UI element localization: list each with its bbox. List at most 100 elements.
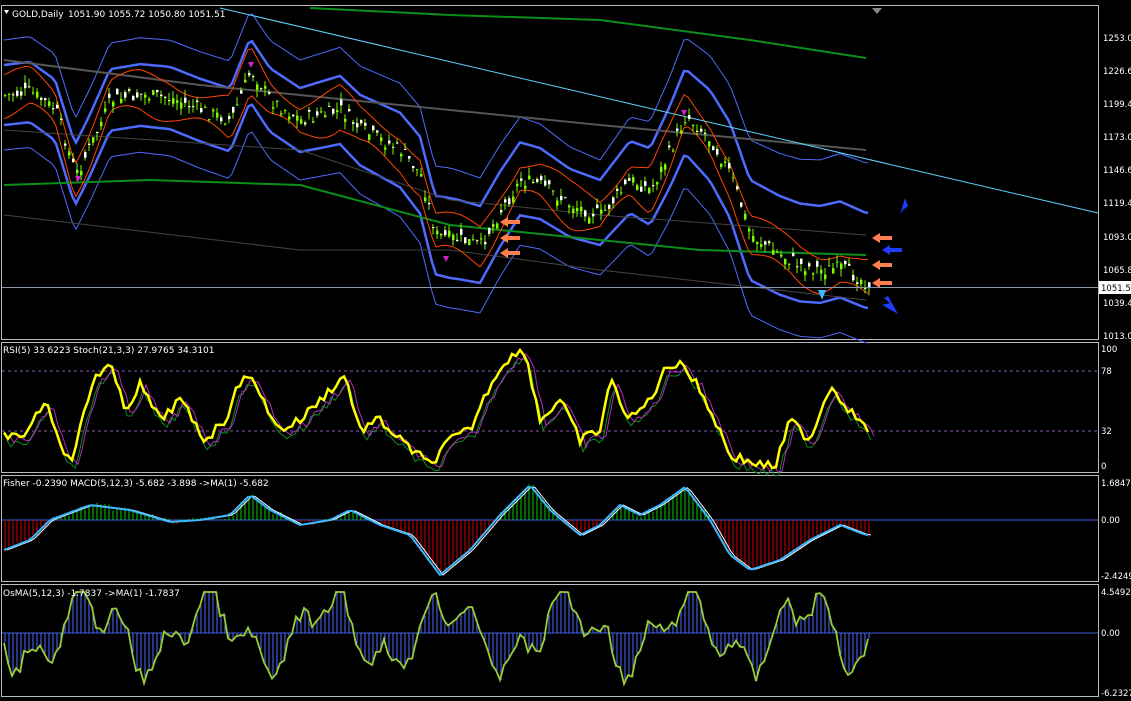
- candle-body: [756, 241, 759, 245]
- candle-body: [84, 152, 87, 158]
- candle-body: [704, 132, 707, 134]
- candle-body: [344, 118, 347, 122]
- candle-body: [480, 238, 483, 240]
- candle-body: [220, 117, 223, 122]
- candle-body: [496, 223, 499, 229]
- candle-body: [668, 145, 671, 148]
- candle-body: [720, 163, 723, 167]
- candle-body: [56, 104, 59, 109]
- candle-body: [460, 229, 463, 235]
- candle-body: [804, 271, 807, 276]
- candle-body: [736, 186, 739, 190]
- candle-body: [184, 97, 187, 103]
- candle-body: [100, 121, 103, 127]
- candle-body: [408, 155, 411, 159]
- candle-body: [236, 104, 239, 106]
- candle-body: [500, 209, 503, 213]
- candle-body: [232, 106, 235, 113]
- candle-body: [180, 102, 183, 109]
- candle-body: [164, 96, 167, 98]
- candle-body: [36, 91, 39, 98]
- candle-body: [204, 107, 207, 109]
- candle-body: [760, 244, 763, 247]
- candle-body: [624, 179, 627, 185]
- candle-body: [308, 109, 311, 112]
- candle-body: [440, 233, 443, 236]
- candle-body: [148, 98, 151, 101]
- candle-body: [28, 86, 31, 88]
- candle-body: [152, 90, 155, 95]
- candle-body: [856, 282, 859, 284]
- candle-body: [620, 192, 623, 194]
- candle-body: [12, 94, 15, 96]
- candle-body: [732, 177, 735, 179]
- candle-body: [792, 253, 795, 256]
- macd-tick: -2.4249: [1101, 572, 1131, 582]
- candle-body: [228, 116, 231, 120]
- candle-body: [424, 197, 427, 202]
- candle-body: [248, 72, 251, 76]
- trading-chart[interactable]: GOLD,Daily 1051.90 1055.72 1050.80 1051.…: [0, 0, 1131, 701]
- candle-body: [824, 274, 827, 280]
- candle-body: [740, 202, 743, 207]
- candle-body: [608, 204, 611, 209]
- candle-body: [244, 79, 247, 83]
- price-tick: 1253.0: [1103, 34, 1131, 44]
- symbol-label: GOLD,Daily: [12, 10, 64, 20]
- candle-body: [20, 91, 23, 96]
- candle-body: [560, 195, 563, 201]
- rsi-tick: 78: [1101, 367, 1112, 377]
- candle-body: [16, 90, 19, 96]
- candle-body: [820, 269, 823, 274]
- candle-body: [768, 241, 771, 244]
- candle-body: [156, 89, 159, 93]
- candle-body: [576, 208, 579, 212]
- candle-body: [676, 128, 679, 131]
- candle-body: [268, 92, 271, 94]
- candle-body: [556, 200, 559, 206]
- candle-body: [776, 251, 779, 253]
- candle-body: [680, 130, 683, 134]
- rsi-title: RSI(5) 33.6223 Stoch(21,3,3) 27.9765 34.…: [3, 346, 215, 356]
- candle-body: [632, 177, 635, 183]
- candle-body: [292, 114, 295, 117]
- candle-body: [136, 92, 139, 98]
- candle-body: [728, 162, 731, 169]
- candle-body: [252, 76, 255, 78]
- candle-body: [456, 239, 459, 242]
- candle-body: [160, 94, 163, 97]
- candle-body: [616, 188, 619, 192]
- candle-body: [648, 188, 651, 194]
- candle-body: [712, 146, 715, 151]
- candle-body: [124, 92, 127, 98]
- price-tick: 1119.4: [1103, 199, 1131, 209]
- candle-body: [276, 100, 279, 102]
- candle-body: [636, 185, 639, 190]
- candle-body: [384, 147, 387, 150]
- candle-body: [852, 274, 855, 281]
- candle-body: [352, 122, 355, 124]
- candle-body: [80, 170, 83, 176]
- candle-body: [260, 88, 263, 90]
- candle-body: [752, 236, 755, 242]
- candle-body: [860, 280, 863, 285]
- candle-body: [448, 230, 451, 237]
- candle-body: [656, 182, 659, 185]
- candle-body: [520, 178, 523, 181]
- osma-tick: -6.2327: [1101, 689, 1131, 699]
- price-tick: 1173.0: [1103, 133, 1131, 143]
- candle-body: [140, 93, 143, 95]
- candle-body: [196, 100, 199, 103]
- candle-body: [324, 115, 327, 118]
- candle-body: [348, 108, 351, 112]
- candle-body: [580, 206, 583, 212]
- candle-body: [644, 181, 647, 186]
- candle-body: [844, 260, 847, 265]
- candle-body: [716, 148, 719, 155]
- candle-body: [328, 105, 331, 107]
- candle-body: [368, 134, 371, 140]
- candle-body: [300, 119, 303, 124]
- candle-body: [516, 183, 519, 187]
- candle-body: [72, 158, 75, 162]
- ohlc-label: 1051.90 1055.72 1050.80 1051.51: [68, 10, 225, 20]
